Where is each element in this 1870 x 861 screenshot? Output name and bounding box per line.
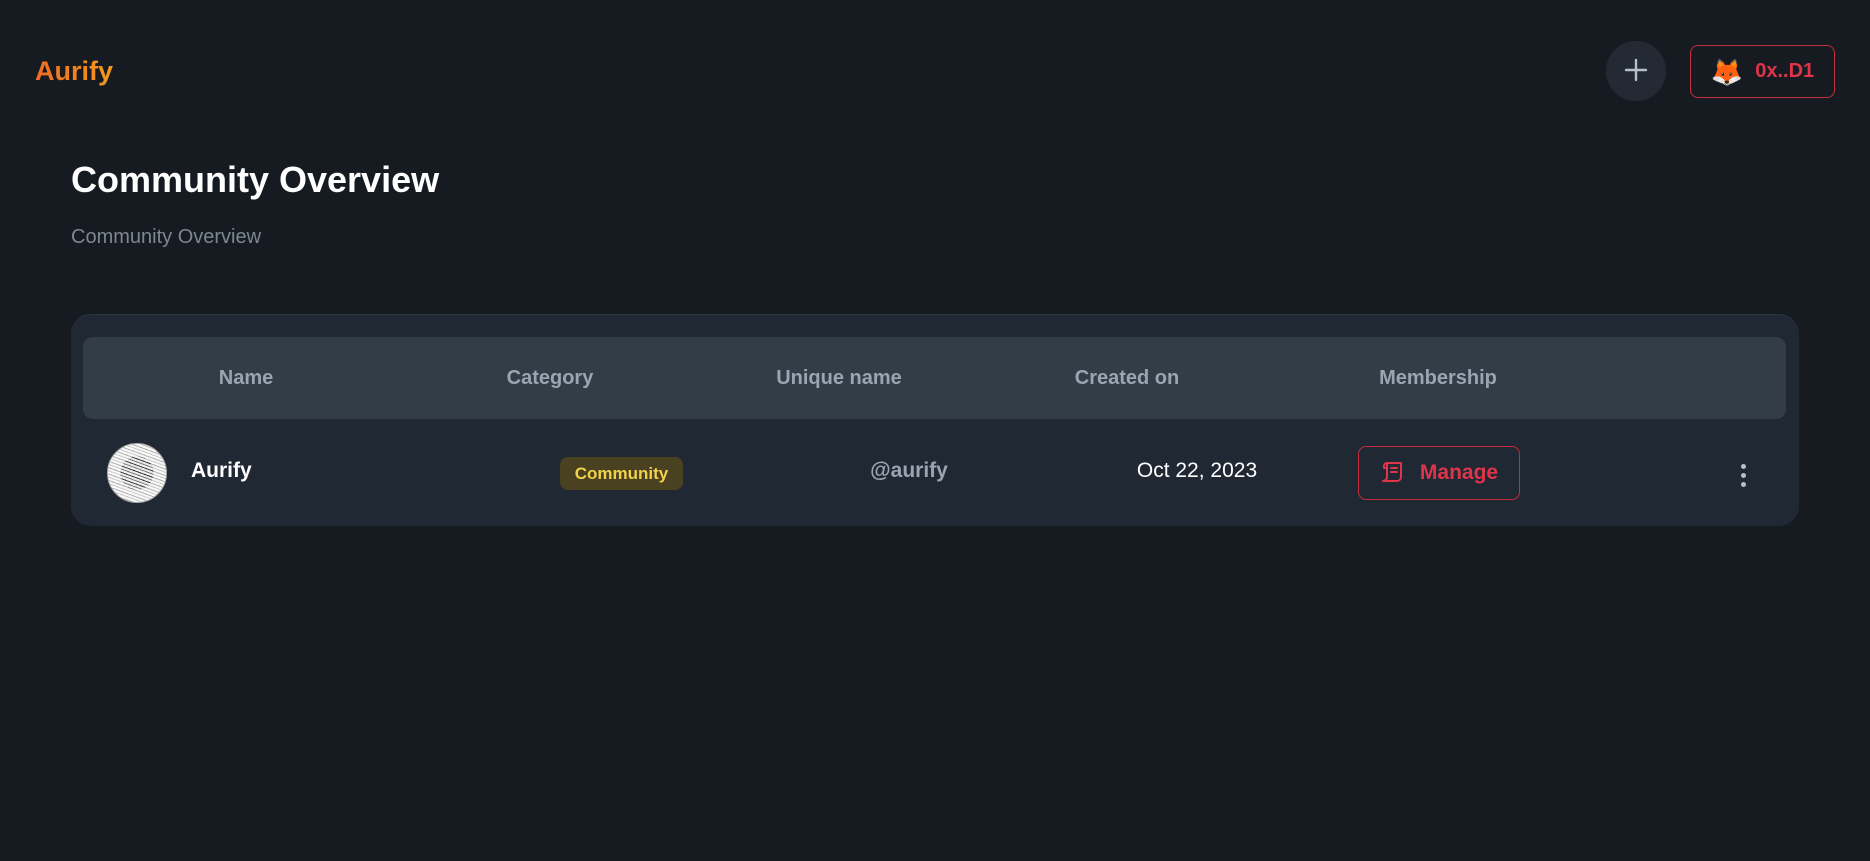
unique-name: @aurify xyxy=(870,459,948,482)
column-header-membership: Membership xyxy=(1379,366,1497,389)
community-table: Name Category Unique name Created on Mem… xyxy=(71,314,1799,526)
top-bar: Aurify 🦊 0x..D1 xyxy=(0,0,1870,145)
avatar xyxy=(107,443,167,503)
column-header-created-on: Created on xyxy=(1074,366,1180,389)
table-header: Name Category Unique name Created on Mem… xyxy=(83,337,1786,419)
brand-logo[interactable]: Aurify xyxy=(35,56,113,87)
plus-icon xyxy=(1623,57,1649,86)
column-header-unique-name: Unique name xyxy=(776,366,902,389)
column-header-category: Category xyxy=(506,366,594,389)
category-badge: Community xyxy=(560,457,683,490)
fox-icon: 🦊 xyxy=(1710,56,1744,87)
breadcrumb: Community Overview xyxy=(71,226,262,248)
more-vertical-icon xyxy=(1740,463,1746,469)
wallet-button[interactable]: 🦊 0x..D1 xyxy=(1690,45,1835,98)
manage-button[interactable]: Manage xyxy=(1358,446,1520,500)
wallet-address: 0x..D1 xyxy=(1755,60,1815,82)
table-row[interactable]: Aurify Community @aurify Oct 22, 2023 Ma… xyxy=(71,435,1799,515)
column-header-name: Name xyxy=(218,366,274,389)
created-on-date: Oct 22, 2023 xyxy=(1136,459,1258,482)
community-name[interactable]: Aurify xyxy=(191,459,252,483)
more-options-button[interactable] xyxy=(1726,455,1760,495)
page-title: Community Overview xyxy=(71,159,440,200)
add-button[interactable] xyxy=(1606,41,1666,101)
manage-button-label: Manage xyxy=(1419,461,1499,484)
scroll-icon xyxy=(1380,459,1406,488)
